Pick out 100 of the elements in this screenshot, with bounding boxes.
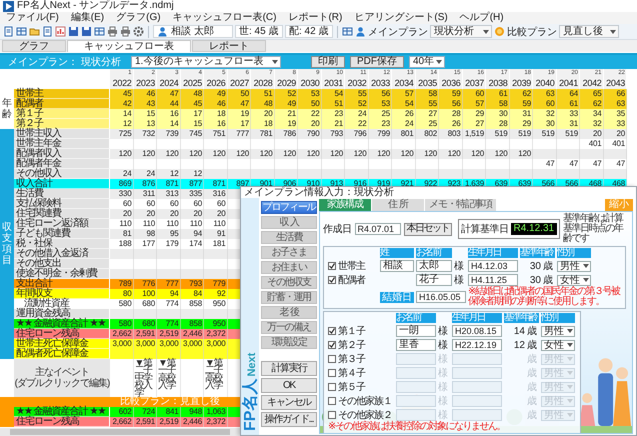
age-value: 30 [528, 260, 541, 272]
tab[interactable]: グラフ [2, 40, 66, 52]
row-label: 支払保険料 [14, 199, 110, 209]
event-label[interactable]: ▼第二子高校入学 [205, 360, 226, 390]
column-year: 2026 [206, 77, 226, 89]
row-label: 住宅ローン残高 [14, 329, 110, 339]
field-label: 作成日 [323, 222, 352, 236]
text-field[interactable]: 里香 [396, 339, 436, 351]
action-button[interactable]: キャンセル [261, 395, 317, 410]
column-header: 生年月日 [468, 248, 518, 258]
checkbox[interactable]: その他家族２ [328, 409, 394, 421]
unit-label: 歳 [543, 274, 554, 286]
nav-button[interactable]: お住まい [261, 261, 317, 274]
menu-item[interactable]: レポート(R) [288, 12, 342, 24]
column-year: 2025 [183, 77, 202, 89]
checkbox[interactable]: 第２子 [328, 339, 394, 351]
logo: FP名人 [242, 378, 260, 431]
tab[interactable]: キャッシュフロー表 [67, 40, 191, 52]
gender-select[interactable]: 女性 [541, 340, 575, 350]
nav-button[interactable]: 収 入 [261, 216, 317, 229]
gender-select[interactable]: 男性 [541, 326, 575, 336]
column-year: 2027 [230, 77, 249, 89]
today-button[interactable]: 本日セット [404, 222, 452, 236]
text-field[interactable]: 太郎 [416, 260, 452, 272]
menu-item[interactable]: ヒアリングシート(S) [354, 12, 448, 24]
date-field[interactable]: H4.11.25 [468, 274, 518, 286]
tab[interactable]: 住 所 [372, 199, 424, 211]
menu-item[interactable]: ファイル(F) [6, 12, 59, 24]
action-button[interactable]: 操作ガイド... [261, 412, 317, 427]
checkbox[interactable]: 第４子 [328, 367, 394, 379]
row-label: 世帯主収入 [14, 129, 110, 139]
unit-label: 歳 [527, 338, 538, 352]
checkbox[interactable]: 世帯主 [328, 260, 378, 272]
checkbox[interactable]: その他家族１ [328, 395, 394, 407]
row-label-text: 主なイベント [35, 367, 89, 378]
age-value: 12 [512, 340, 525, 350]
nav-button[interactable]: 環境設定 [261, 336, 317, 349]
nav-button[interactable]: お子さま [261, 246, 317, 259]
toolbar-button[interactable]: PDF保存 [350, 56, 404, 68]
menu-item[interactable]: グラフ(G) [116, 12, 161, 24]
table-cell: 2,591 [134, 417, 157, 427]
table-cell: 2,372 [204, 417, 228, 427]
date-field[interactable]: R4.07.01 [354, 223, 400, 235]
honorific-label: 様 [438, 338, 448, 352]
toolbar-button[interactable]: 印刷 [311, 56, 345, 68]
gender-select[interactable]: 女性 [557, 274, 591, 286]
event-label[interactable]: ▼第一子高校入学 [158, 360, 179, 390]
checkbox[interactable]: 配偶者 [328, 274, 378, 286]
menu-item[interactable]: ヘルプ(H) [460, 12, 504, 24]
text-field[interactable]: 相談 [380, 260, 414, 272]
unit-label: 歳 [527, 394, 538, 408]
nav-button[interactable]: その他収支 [261, 276, 317, 289]
date-display: R4.12.31 [510, 223, 558, 235]
nav-button[interactable]: 貯蓄・運用 [261, 291, 317, 304]
tab[interactable]: 家族構成 [319, 199, 371, 211]
nav-button[interactable]: 万一の備え [261, 321, 317, 334]
checkbox[interactable]: 第３子 [328, 353, 394, 365]
row-label: 住宅ローン返済額 [14, 219, 110, 229]
report-select[interactable]: 1.今後のキャッシュフロー表 [131, 56, 281, 68]
honorific-label: 様 [438, 352, 448, 366]
date-field[interactable]: H4.12.03 [468, 260, 518, 272]
column-year: 2022 [112, 77, 132, 89]
menu-item[interactable]: キャッシュフロー表(C) [172, 12, 276, 24]
main-plan-select[interactable]: 現状分析 [430, 25, 492, 38]
checkbox[interactable]: 第５子 [328, 381, 394, 393]
honorific-label: 様 [438, 366, 448, 380]
date-field[interactable]: H20.08.15 [452, 325, 502, 337]
text-field[interactable]: 花子 [416, 274, 452, 286]
column-year: 2031 [324, 77, 343, 89]
action-button[interactable]: 計算実行 [261, 361, 317, 376]
row-label: ★★ 金融資産合計 ★★ [14, 407, 110, 417]
table-cell: 2,662 [110, 417, 134, 427]
column-year: 2029 [277, 77, 296, 89]
date-field[interactable]: H22.12.19 [452, 339, 502, 351]
plan-label: メインプラン [368, 26, 428, 38]
event-label[interactable]: ▼第二子中学校入学 [134, 360, 156, 398]
text-field[interactable]: 一朗 [396, 325, 436, 337]
dialog-title: メインプラン情報入力：現状分析 [243, 187, 395, 198]
menu-item[interactable]: 編集(E) [70, 12, 104, 24]
client-field[interactable]: 相談 太郎 [153, 25, 233, 38]
gender-select[interactable]: 男性 [557, 260, 591, 272]
tab[interactable]: レポート [192, 40, 266, 52]
column-year: 2028 [254, 77, 272, 89]
row-label: 年間収支 [14, 289, 110, 299]
column-year: 2040 [536, 77, 554, 89]
nav-button[interactable]: 老 後 [261, 306, 317, 319]
action-button[interactable]: OK [261, 378, 317, 393]
compare-plan-select[interactable]: 見直し後 [559, 25, 619, 38]
row-label: 収入合計 [14, 179, 110, 189]
span-select[interactable]: 40年 [409, 56, 445, 68]
row-label: ★★ 金融資産合計 ★★ [14, 319, 110, 329]
date-field[interactable]: H16.05.05 [416, 291, 466, 303]
nav-button[interactable]: 生活費 [261, 231, 317, 244]
tab[interactable]: メモ・特記事項 [425, 199, 496, 211]
row-label: その他借入金返済 [14, 249, 110, 259]
column-header: 性別 [541, 313, 575, 323]
column-year: 2035 [418, 77, 437, 89]
unit-label: 歳 [527, 352, 538, 366]
checkbox[interactable]: 第１子 [328, 325, 394, 337]
field-label: 計算基準日 [461, 222, 508, 236]
